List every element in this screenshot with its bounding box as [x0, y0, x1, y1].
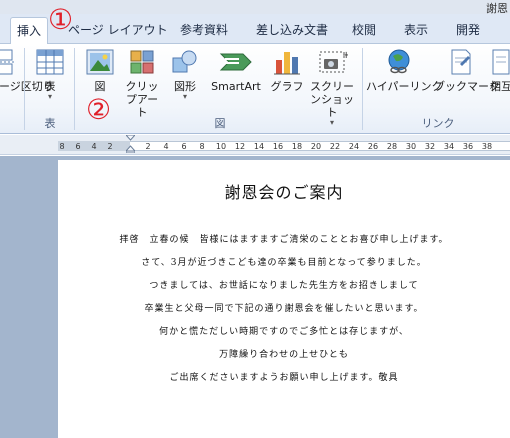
- ruler-tick: 30: [405, 142, 417, 151]
- screenshot-label: スクリーンショット: [310, 80, 354, 119]
- table-button[interactable]: 表 ▾: [32, 48, 68, 101]
- chevron-down-icon: ▾: [47, 92, 52, 101]
- camera-icon: +: [319, 50, 348, 73]
- table-group-label: 表: [44, 117, 56, 130]
- document-line: 何かと慌ただしい時期ですのでご多忙とは存じますが、: [159, 327, 409, 337]
- step-1-annotation: ①: [48, 3, 74, 36]
- ruler-tick: 2: [107, 142, 113, 151]
- picture-button[interactable]: 図: [82, 48, 118, 93]
- indent-marker-icon[interactable]: [126, 135, 135, 153]
- smartart-icon: [219, 53, 252, 71]
- page-break-label: ページ区切り: [0, 80, 54, 93]
- hyperlink-label: ハイパーリンク: [366, 80, 443, 93]
- cross-reference-icon: [492, 49, 510, 75]
- bookmark-label: ブックマーク: [434, 80, 500, 93]
- hyperlink-button[interactable]: ハイパーリンク: [366, 48, 443, 93]
- ruler-tick: 4: [163, 142, 169, 151]
- ruler-tick: 28: [386, 142, 398, 151]
- document-page[interactable]: 謝恩会のご案内 拝啓 立春の候 皆様にはますますご清栄のこととお喜び申し上げます…: [58, 160, 510, 438]
- tab-insert[interactable]: 挿入: [10, 17, 49, 45]
- tab-developer[interactable]: 開発: [456, 21, 480, 38]
- page-break-button[interactable]: ページ区切り: [0, 48, 54, 93]
- ruler-tick: 6: [181, 142, 187, 151]
- svg-text:+: +: [342, 50, 348, 61]
- ruler-tick: 22: [329, 142, 341, 151]
- globe-link-icon: [388, 49, 410, 74]
- clipart-icon: [130, 50, 154, 74]
- ruler-tick: 36: [462, 142, 474, 151]
- table-icon: [36, 49, 64, 75]
- ribbon: ページ区切り 表 ▾ 表 図 クリッ: [0, 44, 510, 134]
- tab-review[interactable]: 校閲: [352, 21, 376, 38]
- title-bar: 謝恩: [0, 0, 510, 15]
- document-line: ご出席くださいますようお願い申し上げます。敬具: [169, 373, 399, 383]
- ruler-tick: 14: [253, 142, 265, 151]
- ruler-tick: 24: [348, 142, 360, 151]
- picture-icon: [86, 49, 114, 75]
- ruler-tick: 26: [367, 142, 379, 151]
- ruler-tick: 34: [443, 142, 455, 151]
- document-workspace: 謝恩会のご案内 拝啓 立春の候 皆様にはますますご清栄のこととお喜び申し上げます…: [0, 156, 510, 438]
- page-break-icon: [0, 49, 14, 75]
- bookmark-icon: [451, 49, 471, 75]
- document-title: 謝恩会のご案内: [224, 183, 344, 202]
- document-line: 拝啓 立春の候 皆様にはますますご清栄のこととお喜び申し上げます。: [119, 235, 449, 245]
- group-separator: [362, 48, 363, 130]
- horizontal-ruler[interactable]: 8 6 4 2 2 4 6 8 10 12 14 16 18 20 22 24 …: [0, 135, 510, 155]
- smartart-label: SmartArt: [211, 80, 261, 93]
- tab-mailings[interactable]: 差し込み文書: [256, 21, 328, 38]
- bar-chart-icon: [274, 52, 300, 75]
- ruler-tick: 12: [234, 142, 246, 151]
- shapes-button[interactable]: 図形 ▾: [168, 48, 202, 101]
- group-separator: [74, 48, 75, 130]
- ruler-tick: 18: [291, 142, 303, 151]
- document-line: 万障繰り合わせの上せひとも: [219, 350, 349, 360]
- ruler-tick: 4: [91, 142, 97, 151]
- smartart-button[interactable]: SmartArt: [206, 48, 266, 93]
- ruler-tick: 10: [215, 142, 227, 151]
- bookmark-button[interactable]: ブックマーク: [434, 48, 500, 93]
- group-separator: [24, 48, 25, 130]
- ruler-tick: 32: [424, 142, 436, 151]
- chart-label: グラフ: [270, 80, 304, 93]
- shapes-icon: [172, 50, 197, 73]
- ruler-tick: 2: [145, 142, 151, 151]
- document-line: 卒業生と父母一同で下記の通り謝恩会を催したいと思います。: [144, 304, 424, 314]
- clipart-label: クリップアート: [125, 80, 159, 119]
- step-2-annotation: ②: [86, 93, 112, 126]
- tab-view[interactable]: 表示: [404, 21, 428, 38]
- picture-label: 図: [94, 80, 106, 93]
- ruler-tick: 20: [310, 142, 322, 151]
- ruler-tick: 6: [75, 142, 81, 151]
- clipart-button[interactable]: クリップアート: [122, 48, 162, 119]
- ruler-tick: 38: [481, 142, 493, 151]
- chart-button[interactable]: グラフ: [270, 48, 304, 93]
- ruler-tick: 8: [59, 142, 65, 151]
- tab-references[interactable]: 参考資料: [180, 21, 228, 38]
- tab-page-layout[interactable]: ページ レイアウト: [68, 21, 168, 38]
- ruler-tick: 16: [272, 142, 284, 151]
- document-line: さて、3月が近づきこども達の卒業も目前となって参りました。: [141, 258, 427, 268]
- cross-reference-button[interactable]: 相互: [490, 48, 510, 93]
- cross-reference-label: 相互: [490, 80, 510, 93]
- ruler-tick: 8: [199, 142, 205, 151]
- ribbon-tab-strip: 挿入 ページ レイアウト 参考資料 差し込み文書 校閲 表示 開発: [0, 14, 510, 45]
- chevron-down-icon: ▾: [182, 92, 187, 101]
- document-line: つきましては、お世話になりました先生方をお招きしまして: [149, 281, 419, 291]
- links-group-label: リンク: [421, 117, 455, 130]
- illustrations-group-label: 図: [214, 117, 226, 130]
